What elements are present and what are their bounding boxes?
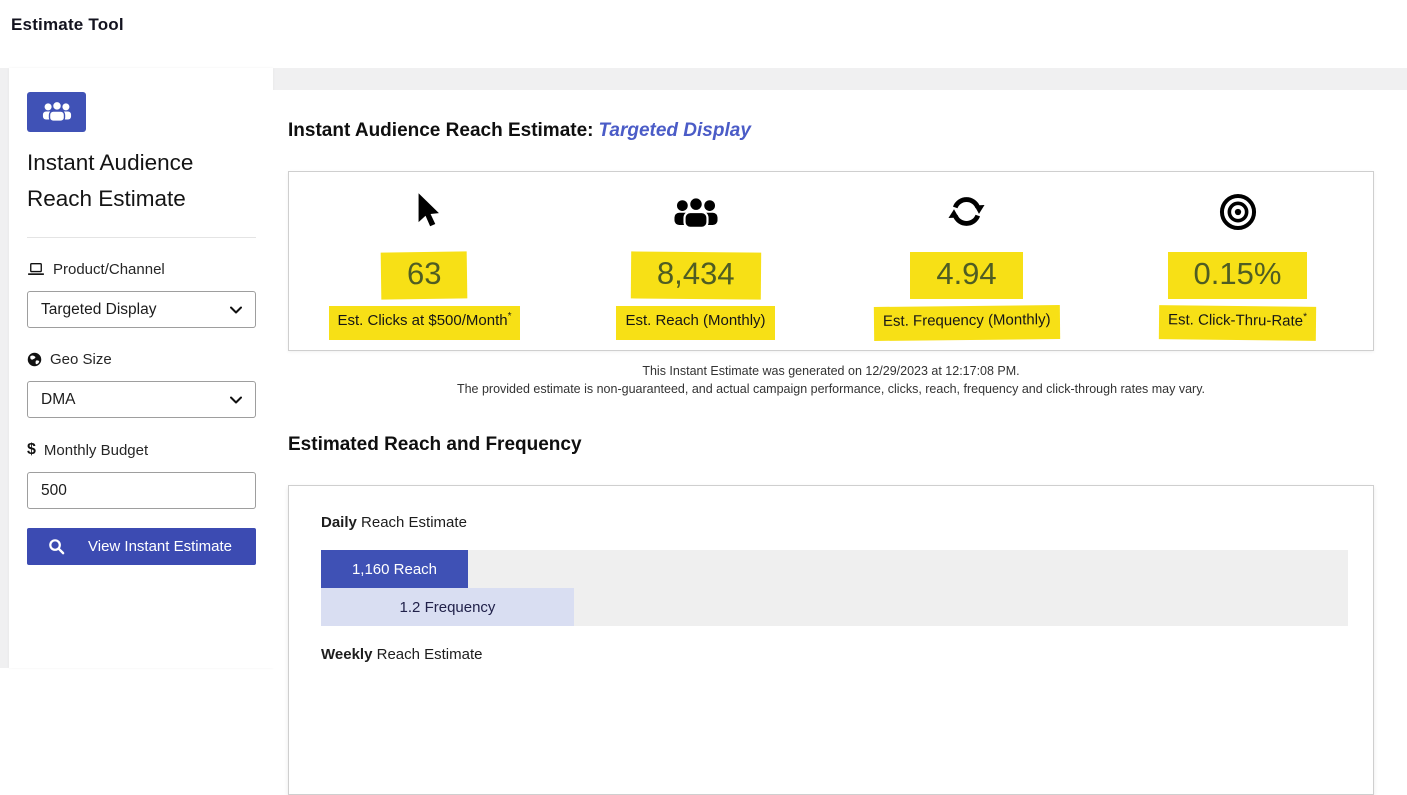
- daily-reach-bar: 1,160 Reach: [321, 550, 468, 588]
- panel-title: Instant Audience Reach Estimate: [27, 145, 256, 217]
- metric-value: 8,434: [631, 251, 761, 299]
- daily-frequency-bar-row: 1.2 Frequency: [321, 588, 1348, 626]
- estimate-heading-prefix: Instant Audience Reach Estimate:: [288, 120, 593, 141]
- geo-size-label-text: Geo Size: [50, 351, 112, 368]
- daily-frequency-bar-label: 1.2 Frequency: [400, 599, 496, 616]
- generated-timestamp: This Instant Estimate was generated on 1…: [288, 362, 1374, 380]
- metric-label: Est. Reach (Monthly): [616, 306, 774, 340]
- daily-reach-bar-row: 1,160 Reach: [321, 550, 1348, 588]
- product-channel-label: Product/Channel: [27, 261, 256, 278]
- monthly-budget-label-text: Monthly Budget: [44, 442, 148, 459]
- users-icon: [42, 101, 72, 123]
- metric-label-text: Est. Frequency (Monthly): [883, 311, 1051, 330]
- users-icon: [560, 193, 831, 243]
- metric-label: Est. Click-Thru-Rate*: [1159, 305, 1316, 341]
- estimate-heading: Instant Audience Reach Estimate:Targeted…: [288, 120, 751, 142]
- metric-label-text: Est. Reach (Monthly): [625, 312, 765, 329]
- globe-icon: [27, 352, 42, 367]
- weekly-reach-label-suffix: Reach Estimate: [372, 646, 482, 663]
- daily-reach-label: Daily Reach Estimate: [321, 514, 1373, 531]
- weekly-reach-label-period: Weekly: [321, 646, 372, 663]
- main-content: Instant Audience Reach Estimate:Targeted…: [273, 90, 1407, 668]
- metric-est-frequency: 4.94 Est. Frequency (Monthly): [831, 172, 1102, 350]
- metric-value: 63: [381, 251, 468, 299]
- sync-icon: [831, 193, 1102, 243]
- estimate-form-panel: Instant Audience Reach Estimate Product/…: [9, 68, 273, 668]
- metric-value: 4.94: [910, 252, 1022, 299]
- product-channel-select[interactable]: Targeted Display: [27, 291, 256, 328]
- disclaimer-text: The provided estimate is non-guaranteed,…: [288, 380, 1374, 398]
- metric-label-sup: *: [1303, 312, 1307, 323]
- metric-label: Est. Clicks at $500/Month*: [329, 306, 521, 340]
- panel-icon-tile: [27, 92, 86, 132]
- estimate-heading-channel: Targeted Display: [598, 120, 750, 141]
- metric-click-thru-rate: 0.15% Est. Click-Thru-Rate*: [1102, 172, 1373, 350]
- product-channel-selected-value: Targeted Display: [41, 301, 156, 319]
- search-icon: [48, 538, 65, 555]
- weekly-reach-label: Weekly Reach Estimate: [321, 646, 1373, 663]
- metric-value: 0.15%: [1168, 252, 1308, 299]
- divider: [27, 237, 256, 238]
- monthly-budget-input[interactable]: [27, 472, 256, 509]
- daily-reach-bar-label: 1,160 Reach: [352, 561, 437, 578]
- metric-label: Est. Frequency (Monthly): [874, 305, 1060, 341]
- reach-frequency-card: Daily Reach Estimate 1,160 Reach 1.2 Fre…: [288, 485, 1374, 795]
- cursor-icon: [289, 193, 560, 243]
- geo-size-select[interactable]: DMA: [27, 381, 256, 418]
- dollar-icon: $: [27, 441, 36, 459]
- view-instant-estimate-button[interactable]: View Instant Estimate: [27, 528, 256, 565]
- metric-label-text: Est. Click-Thru-Rate: [1168, 311, 1303, 329]
- chevron-down-icon: [230, 306, 242, 314]
- daily-frequency-bar: 1.2 Frequency: [321, 588, 574, 626]
- instant-estimate-stats-card: 63 Est. Clicks at $500/Month* 8,434 Est.…: [288, 171, 1374, 351]
- target-icon: [1102, 193, 1373, 243]
- chevron-down-icon: [230, 396, 242, 404]
- metric-label-sup: *: [508, 311, 512, 322]
- metric-est-clicks: 63 Est. Clicks at $500/Month*: [289, 172, 560, 350]
- view-instant-estimate-button-label: View Instant Estimate: [88, 538, 232, 555]
- metric-label-text: Est. Clicks at $500/Month: [338, 312, 508, 329]
- monthly-budget-label: $ Monthly Budget: [27, 441, 256, 459]
- geo-size-selected-value: DMA: [41, 391, 75, 409]
- daily-bar-track: 1,160 Reach 1.2 Frequency: [321, 550, 1348, 626]
- daily-reach-label-suffix: Reach Estimate: [357, 514, 467, 531]
- estimate-notes: This Instant Estimate was generated on 1…: [288, 362, 1374, 398]
- product-channel-label-text: Product/Channel: [53, 261, 165, 278]
- laptop-icon: [27, 262, 45, 277]
- daily-reach-label-period: Daily: [321, 514, 357, 531]
- metric-est-reach: 8,434 Est. Reach (Monthly): [560, 172, 831, 350]
- reach-frequency-section-title: Estimated Reach and Frequency: [288, 434, 582, 456]
- geo-size-label: Geo Size: [27, 351, 256, 368]
- page-title: Estimate Tool: [11, 15, 124, 35]
